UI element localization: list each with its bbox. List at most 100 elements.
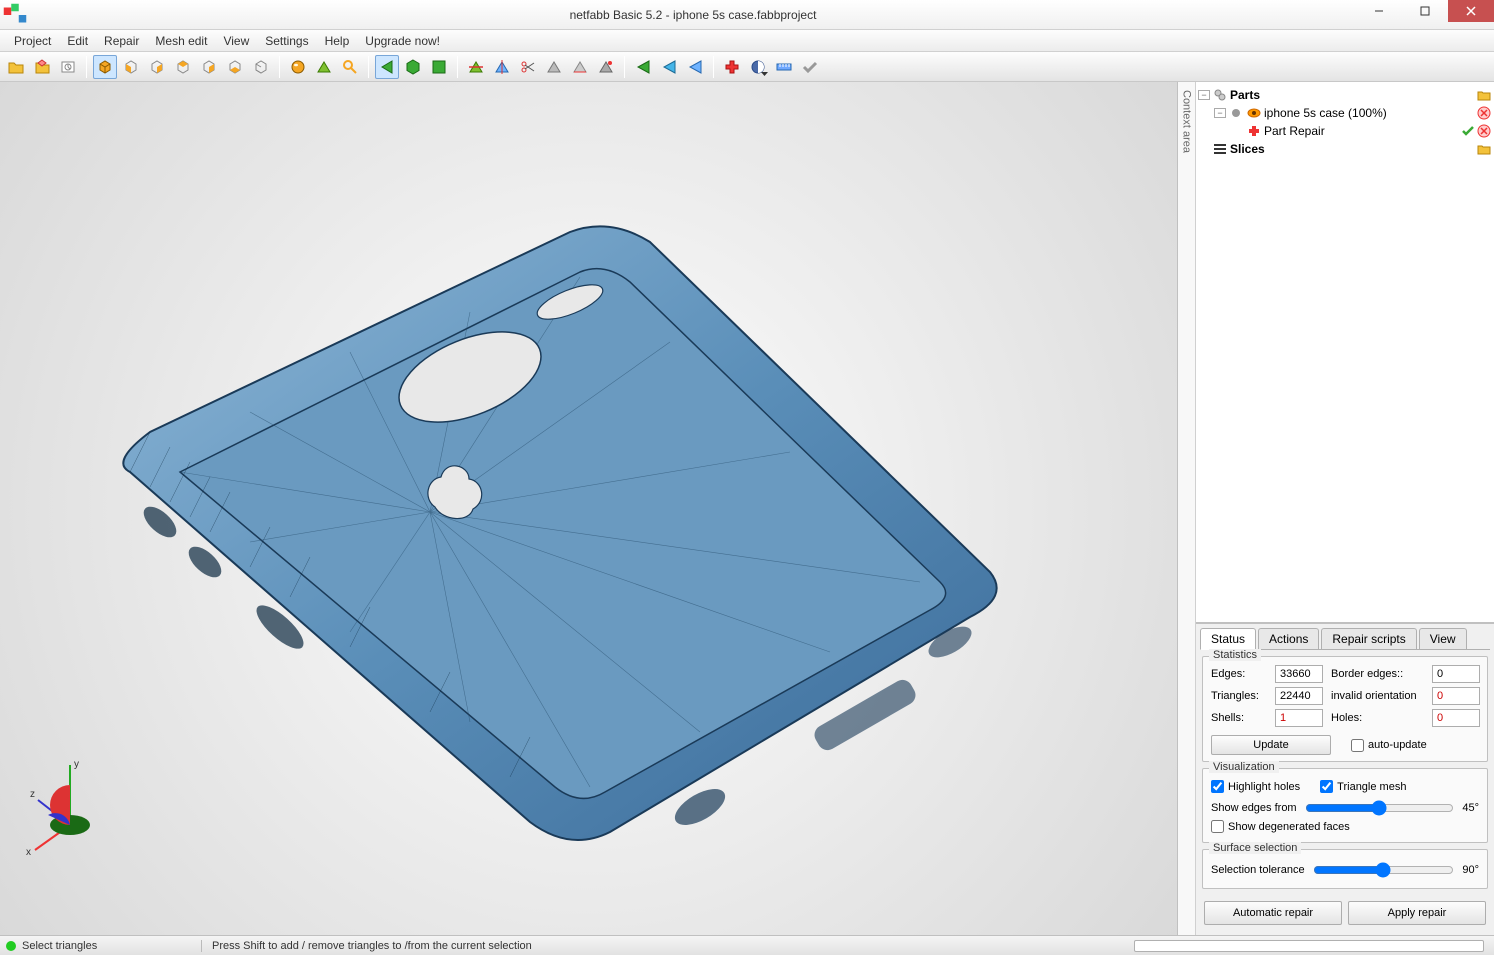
cube-back-icon[interactable]	[145, 55, 169, 79]
tab-view[interactable]: View	[1419, 628, 1467, 649]
menu-mesh-edit[interactable]: Mesh edit	[147, 32, 215, 50]
visibility-gray-icon[interactable]	[1228, 105, 1244, 121]
green-square-icon[interactable]	[427, 55, 451, 79]
add-part-icon[interactable]	[30, 55, 54, 79]
visibility-eye-icon[interactable]	[1246, 105, 1262, 121]
tolerance-slider[interactable]	[1313, 862, 1455, 878]
triangle-mesh-checkbox[interactable]: Triangle mesh	[1320, 780, 1406, 793]
triangle-select-icon[interactable]	[312, 55, 336, 79]
title-bar: netfabb Basic 5.2 - iphone 5s case.fabbp…	[0, 0, 1494, 30]
auto-update-checkbox[interactable]: auto-update	[1351, 739, 1427, 752]
menu-help[interactable]: Help	[317, 32, 358, 50]
zoom-icon[interactable]	[338, 55, 362, 79]
maximize-button[interactable]	[1402, 0, 1448, 22]
axis-x-label: x	[26, 847, 31, 855]
label-border-edges: Border edges::	[1331, 668, 1426, 680]
delete-red-x-icon[interactable]	[1476, 123, 1492, 139]
expand-icon[interactable]: −	[1198, 90, 1210, 100]
check-gray-icon[interactable]	[798, 55, 822, 79]
status-bar: Select triangles Press Shift to add / re…	[0, 935, 1494, 955]
folder-icon[interactable]	[1476, 141, 1492, 157]
scissors-icon[interactable]	[516, 55, 540, 79]
cube-persp-icon[interactable]	[93, 55, 117, 79]
repair-red-cross-icon[interactable]	[720, 55, 744, 79]
delete-red-x-icon[interactable]	[1476, 105, 1492, 121]
flip-z-icon[interactable]	[683, 55, 707, 79]
menu-settings[interactable]: Settings	[257, 32, 316, 50]
menu-view[interactable]: View	[215, 32, 257, 50]
show-degenerated-checkbox[interactable]: Show degenerated faces	[1211, 820, 1479, 833]
cube-top-icon[interactable]	[223, 55, 247, 79]
visualization-group: Visualization Highlight holes Triangle m…	[1202, 768, 1488, 843]
check-green-icon[interactable]	[1460, 123, 1476, 139]
label-selection-tolerance: Selection tolerance	[1211, 864, 1305, 876]
close-button[interactable]	[1448, 0, 1494, 22]
app-icon	[0, 0, 30, 30]
tab-actions[interactable]: Actions	[1258, 628, 1319, 649]
sphere-icon[interactable]	[286, 55, 310, 79]
gray-tri-1-icon[interactable]	[542, 55, 566, 79]
right-panel: − Parts − iphone 5s case (100%) Part Rep…	[1196, 82, 1494, 935]
statistics-group: Statistics Edges: Border edges:: Triangl…	[1202, 656, 1488, 762]
value-shells[interactable]	[1275, 709, 1323, 727]
menu-bar: Project Edit Repair Mesh edit View Setti…	[0, 30, 1494, 52]
progress-bar	[1134, 940, 1484, 952]
minimize-button[interactable]	[1356, 0, 1402, 22]
axis-widget[interactable]: y x z	[20, 755, 120, 855]
statistics-title: Statistics	[1209, 649, 1261, 661]
platform-overview-icon[interactable]	[56, 55, 80, 79]
cut-mirror-icon[interactable]	[490, 55, 514, 79]
folder-icon[interactable]	[1476, 87, 1492, 103]
analysis-swirl-icon[interactable]	[746, 55, 770, 79]
edges-angle-slider[interactable]	[1305, 800, 1455, 816]
flip-x-icon[interactable]	[631, 55, 655, 79]
tree-repair-label: Part Repair	[1264, 124, 1460, 138]
menu-repair[interactable]: Repair	[96, 32, 147, 50]
automatic-repair-button[interactable]: Automatic repair	[1204, 901, 1342, 925]
status-hint: Press Shift to add / remove triangles to…	[212, 940, 552, 952]
context-tab-label: Context area	[1181, 90, 1193, 153]
repair-cross-icon	[1246, 123, 1262, 139]
menu-upgrade[interactable]: Upgrade now!	[357, 32, 448, 50]
expand-icon[interactable]: −	[1214, 108, 1226, 118]
value-invalid-orientation[interactable]	[1432, 687, 1480, 705]
context-area-tab[interactable]: Context area	[1178, 82, 1196, 935]
menu-edit[interactable]: Edit	[59, 32, 96, 50]
open-project-icon[interactable]	[4, 55, 28, 79]
tab-status[interactable]: Status	[1200, 628, 1256, 650]
tree-item-part-repair[interactable]: Part Repair	[1198, 122, 1492, 140]
cut-tri-icon[interactable]	[464, 55, 488, 79]
value-edges[interactable]	[1275, 665, 1323, 683]
green-arrow-left-icon[interactable]	[375, 55, 399, 79]
apply-repair-button[interactable]: Apply repair	[1348, 901, 1486, 925]
value-border-edges[interactable]	[1432, 665, 1480, 683]
flip-y-icon[interactable]	[657, 55, 681, 79]
model-render	[50, 212, 1000, 852]
highlight-holes-checkbox[interactable]: Highlight holes	[1211, 780, 1300, 793]
tree-parts-root[interactable]: − Parts	[1198, 86, 1492, 104]
gray-tri-2-icon[interactable]	[568, 55, 592, 79]
cube-bottom-icon[interactable]	[249, 55, 273, 79]
tree-item-label: iphone 5s case (100%)	[1264, 106, 1476, 120]
value-holes[interactable]	[1432, 709, 1480, 727]
tab-repair-scripts[interactable]: Repair scripts	[1321, 628, 1416, 649]
cube-left-icon[interactable]	[171, 55, 195, 79]
menu-project[interactable]: Project	[6, 32, 59, 50]
viewport-3d[interactable]: y x z	[0, 82, 1178, 935]
cube-front-icon[interactable]	[119, 55, 143, 79]
label-edges: Edges:	[1211, 668, 1269, 680]
parts-tree[interactable]: − Parts − iphone 5s case (100%) Part Rep…	[1196, 82, 1494, 623]
label-shells: Shells:	[1211, 712, 1269, 724]
visualization-title: Visualization	[1209, 761, 1279, 773]
ruler-icon[interactable]	[772, 55, 796, 79]
cube-right-icon[interactable]	[197, 55, 221, 79]
label-show-edges-from: Show edges from	[1211, 802, 1297, 814]
green-hex-icon[interactable]	[401, 55, 425, 79]
gray-tri-3-icon[interactable]	[594, 55, 618, 79]
value-triangles[interactable]	[1275, 687, 1323, 705]
update-button[interactable]: Update	[1211, 735, 1331, 755]
tree-item-iphone-case[interactable]: − iphone 5s case (100%)	[1198, 104, 1492, 122]
axis-y-label: y	[74, 759, 79, 770]
tree-slices-root[interactable]: Slices	[1198, 140, 1492, 158]
surface-selection-group: Surface selection Selection tolerance 90…	[1202, 849, 1488, 889]
